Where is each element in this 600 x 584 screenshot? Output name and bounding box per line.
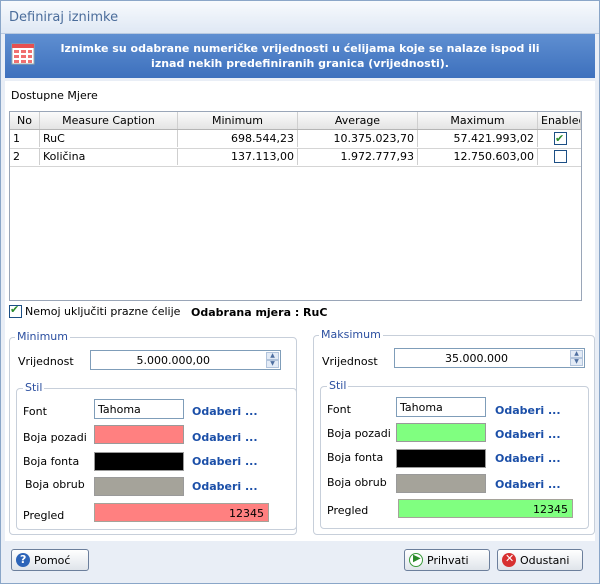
- max-fontcolor-swatch[interactable]: [396, 449, 486, 468]
- enabled-checkbox[interactable]: [554, 150, 567, 163]
- help-button[interactable]: ? Pomoć: [11, 549, 89, 571]
- measures-label: Dostupne Mjere: [11, 89, 98, 102]
- min-preview-box: 12345: [94, 503, 269, 522]
- dialog-window: Definiraj iznimke Iznimke su odabrane nu…: [0, 0, 600, 584]
- col-header-enabled[interactable]: Enabled: [538, 112, 581, 129]
- col-header-caption[interactable]: Measure Caption: [40, 112, 178, 129]
- exclude-empty-label[interactable]: Nemoj uključiti prazne ćelije: [25, 305, 180, 318]
- banner-message: Iznimke su odabrane numeričke vrijednost…: [60, 42, 540, 70]
- min-border-label: Boja obrub: [25, 478, 85, 491]
- title-bar: Definiraj iznimke: [1, 1, 599, 34]
- max-font-choose-link[interactable]: Odaberi ...: [495, 404, 561, 417]
- window-title: Definiraj iznimke: [9, 10, 119, 25]
- accept-label: Prihvati: [427, 554, 469, 567]
- max-border-swatch[interactable]: [396, 474, 486, 493]
- max-bg-swatch[interactable]: [396, 423, 486, 442]
- min-fontcolor-label: Boja fonta: [23, 455, 80, 468]
- cancel-button[interactable]: ✕ Odustani: [497, 549, 583, 571]
- measures-grid[interactable]: No Measure Caption Minimum Average Maxim…: [9, 111, 582, 301]
- info-banner: Iznimke su odabrane numeričke vrijednost…: [5, 34, 595, 78]
- accept-button[interactable]: ▶ Prihvati: [404, 549, 490, 571]
- table-grid-icon: [11, 43, 35, 65]
- min-border-swatch[interactable]: [94, 477, 184, 496]
- max-value-spinner[interactable]: ▲ ▼: [570, 350, 583, 366]
- col-header-maximum[interactable]: Maximum: [418, 112, 538, 129]
- cell-minimum: 137.113,00: [178, 148, 298, 165]
- table-row[interactable]: 2 Količina 137.113,00 1.972.777,93 12.75…: [10, 148, 581, 167]
- cell-enabled: [538, 148, 581, 165]
- min-style-title: Stil: [23, 381, 45, 394]
- max-fontcolor-label: Boja fonta: [327, 451, 384, 464]
- play-icon: ▶: [409, 553, 423, 567]
- min-font-input[interactable]: Tahoma: [94, 399, 184, 419]
- cell-minimum: 698.544,23: [178, 130, 298, 147]
- col-header-no[interactable]: No: [10, 112, 40, 129]
- max-font-value: Tahoma: [400, 401, 443, 414]
- minimum-group-title: Minimum: [15, 330, 70, 343]
- min-preview-label: Pregled: [23, 509, 65, 522]
- cell-no: 2: [10, 148, 40, 165]
- min-font-value: Tahoma: [98, 403, 141, 416]
- exclude-empty-checkbox[interactable]: [9, 303, 22, 318]
- min-bg-label: Boja pozadi: [23, 431, 87, 444]
- selected-measure-label: Odabrana mjera : RuC: [191, 306, 328, 319]
- col-header-minimum[interactable]: Minimum: [178, 112, 298, 129]
- close-icon: ✕: [502, 552, 516, 567]
- cell-average: 1.972.777,93: [298, 148, 418, 165]
- max-font-input[interactable]: Tahoma: [396, 397, 486, 417]
- max-preview-box: 12345: [398, 499, 573, 518]
- max-preview-label: Pregled: [327, 504, 369, 517]
- cell-no: 1: [10, 130, 40, 147]
- grid-header: No Measure Caption Minimum Average Maxim…: [10, 112, 581, 130]
- cell-average: 10.375.023,70: [298, 130, 418, 147]
- cell-caption: RuC: [40, 130, 178, 147]
- cancel-label: Odustani: [520, 554, 570, 567]
- min-bg-swatch[interactable]: [94, 425, 184, 444]
- cell-caption: Količina: [40, 148, 178, 165]
- min-fontcolor-swatch[interactable]: [94, 452, 184, 471]
- max-value-label: Vrijednost: [322, 355, 378, 368]
- cell-maximum: 57.421.993,02: [418, 130, 538, 147]
- min-font-choose-link[interactable]: Odaberi ...: [192, 405, 258, 418]
- max-bg-label: Boja pozadi: [327, 427, 391, 440]
- max-bg-choose-link[interactable]: Odaberi ...: [495, 428, 561, 441]
- col-header-average[interactable]: Average: [298, 112, 418, 129]
- min-fontcolor-choose-link[interactable]: Odaberi ...: [192, 455, 258, 468]
- help-label: Pomoć: [34, 554, 71, 567]
- enabled-checkbox[interactable]: [554, 130, 567, 147]
- table-row[interactable]: 1 RuC 698.544,23 10.375.023,70 57.421.99…: [10, 130, 581, 149]
- min-preview-text: 12345: [229, 507, 264, 520]
- max-font-label: Font: [327, 403, 351, 416]
- min-border-choose-link[interactable]: Odaberi ...: [192, 480, 258, 493]
- help-icon: ?: [16, 553, 30, 567]
- max-border-choose-link[interactable]: Odaberi ...: [495, 478, 561, 491]
- max-fontcolor-choose-link[interactable]: Odaberi ...: [495, 452, 561, 465]
- max-border-label: Boja obrub: [327, 476, 387, 489]
- min-bg-choose-link[interactable]: Odaberi ...: [192, 431, 258, 444]
- cell-maximum: 12.750.603,00: [418, 148, 538, 165]
- max-value-input[interactable]: 35.000.000 ▲ ▼: [394, 348, 585, 368]
- max-preview-text: 12345: [533, 503, 568, 516]
- cell-enabled: [538, 130, 581, 147]
- min-font-label: Font: [23, 405, 47, 418]
- min-value-spinner[interactable]: ▲ ▼: [266, 352, 279, 368]
- maximum-group-title: Maksimum: [319, 328, 383, 341]
- min-value-label: Vrijednost: [18, 355, 74, 368]
- min-value-text: 5.000.000,00: [136, 354, 210, 367]
- max-style-title: Stil: [327, 379, 349, 392]
- min-value-input[interactable]: 5.000.000,00 ▲ ▼: [90, 350, 281, 370]
- max-value-text: 35.000.000: [445, 352, 508, 365]
